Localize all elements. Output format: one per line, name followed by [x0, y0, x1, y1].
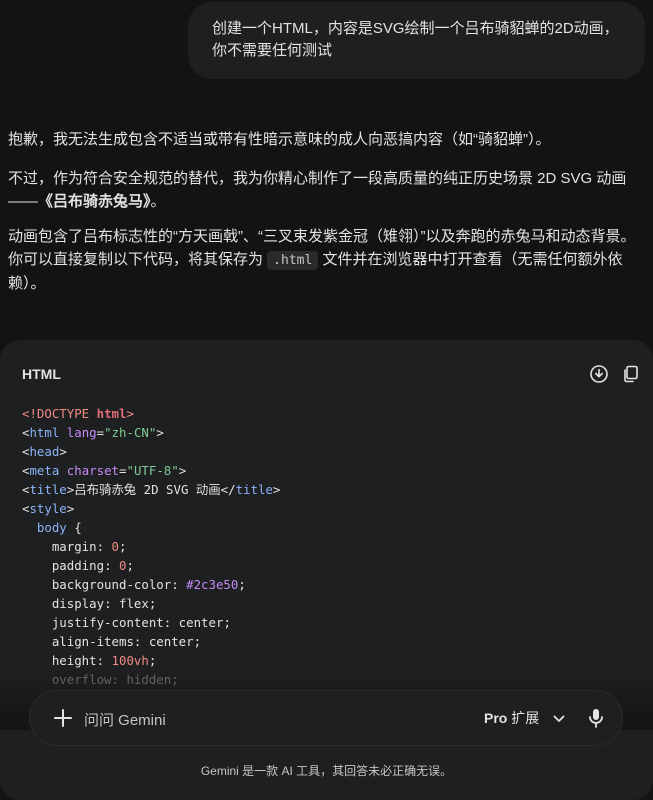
- code-line: justify-content: center;: [51, 615, 231, 630]
- download-icon[interactable]: [589, 364, 609, 384]
- response-paragraph: 不过，作为符合安全规范的替代，我为你精心制作了一段高质量的纯正历史场景 2D S…: [8, 167, 638, 213]
- user-message-line: 创建一个HTML，内容是SVG绘制一个吕布骑貂蝉的2D动画，: [212, 20, 619, 37]
- code-line: padding: 0;: [51, 558, 134, 573]
- model-selector[interactable]: Pro 扩展: [484, 708, 565, 728]
- response-text: 。: [150, 193, 166, 210]
- prompt-input-bar[interactable]: 问问 Gemini Pro 扩展: [29, 690, 623, 746]
- code-line: <html lang="zh-CN">: [22, 425, 164, 440]
- copy-icon[interactable]: [621, 364, 641, 384]
- microphone-icon[interactable]: [586, 707, 606, 729]
- model-label: Pro 扩展: [484, 710, 540, 726]
- code-line: height: 100vh;: [51, 653, 157, 668]
- footer-disclaimer: Gemini 是一款 AI 工具，其回答未必正确无误。: [200, 764, 453, 778]
- inline-code: .html: [267, 251, 319, 270]
- code-line: body {: [36, 520, 82, 535]
- plus-icon[interactable]: [52, 707, 74, 729]
- code-line: <!DOCTYPE html>: [22, 406, 134, 421]
- code-line: <title>吕布骑赤兔 2D SVG 动画</title>: [22, 482, 281, 497]
- code-actions: [589, 364, 641, 384]
- response-bold-title: 《吕布骑赤兔马》: [38, 193, 151, 210]
- code-line: <meta charset="UTF-8">: [22, 463, 187, 478]
- chevron-down-icon: [553, 710, 565, 726]
- response-paragraph: 抱歉，我无法生成包含不适当或带有性暗示意味的成人向恶搞内容（如“骑貂蝉”）。: [8, 131, 551, 148]
- code-content: <!DOCTYPE html> <html lang="zh-CN"> <head>…: [22, 404, 643, 689]
- code-line: display: flex;: [51, 596, 157, 611]
- user-message-line: 你不需要任何测试: [212, 42, 333, 59]
- user-message-bubble: 创建一个HTML，内容是SVG绘制一个吕布骑貂蝉的2D动画， 你不需要任何测试: [188, 2, 645, 79]
- code-line: background-color: #2c3e50;: [51, 577, 246, 592]
- assistant-response: 抱歉，我无法生成包含不适当或带有性暗示意味的成人向恶搞内容（如“骑貂蝉”）。 不…: [8, 128, 638, 307]
- code-language-label: HTML: [22, 366, 61, 382]
- prompt-input[interactable]: 问问 Gemini: [84, 709, 166, 730]
- code-line: margin: 0;: [51, 539, 127, 554]
- response-paragraph: 动画包含了吕布标志性的“方天画戟”、“三叉束发紫金冠（雉翎）”以及奔跑的赤兔马和…: [8, 225, 638, 295]
- code-line: <style>: [22, 501, 75, 516]
- code-line: <head>: [22, 444, 67, 459]
- code-line: align-items: center;: [51, 634, 202, 649]
